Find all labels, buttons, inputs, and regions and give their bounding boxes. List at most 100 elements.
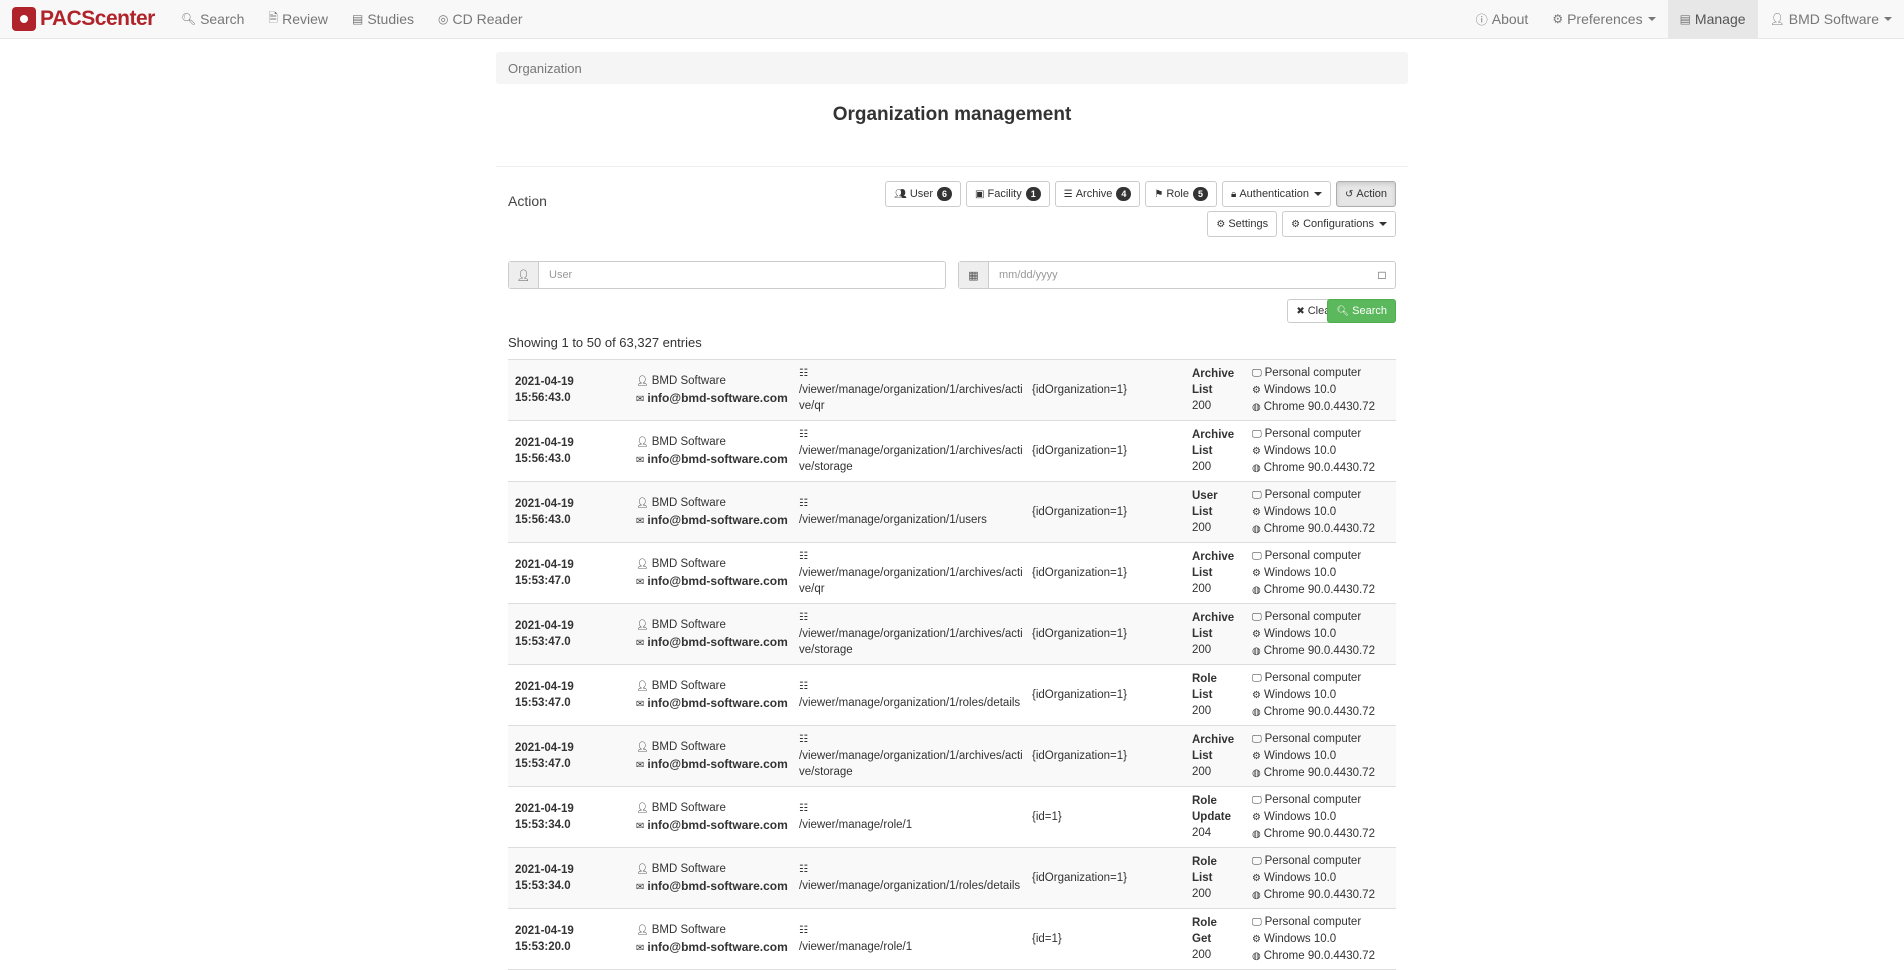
sitemap-icon: ☷: [799, 734, 808, 745]
log-os: Windows 10.0: [1263, 566, 1337, 579]
gears-icon: ⚙: [1252, 689, 1261, 701]
table-row[interactable]: 2021-04-19 15:56:43.0 👤︎ BMD Software ✉ in…: [508, 421, 1396, 482]
log-browser: Chrome 90.0.4430.72: [1263, 522, 1375, 535]
gears-icon: ⚙: [1252, 628, 1261, 640]
lock-icon: 🔒︎: [1230, 188, 1237, 200]
table-row[interactable]: 2021-04-19 15:53:47.0 👤︎ BMD Software ✉ in…: [508, 665, 1396, 726]
log-browser: Chrome 90.0.4430.72: [1263, 705, 1375, 718]
log-user: BMD Software: [651, 618, 726, 631]
action-button[interactable]: ↺ Action: [1336, 181, 1396, 207]
device-line: 🖵︎ Personal computer: [1252, 914, 1396, 931]
log-entity: Archive: [1192, 612, 1235, 624]
search-button[interactable]: 🔍︎ Search: [1327, 299, 1396, 323]
user-icon: 👤︎: [636, 497, 649, 509]
configurations-button[interactable]: ⚙ Configurations: [1282, 211, 1396, 237]
log-device: Personal computer: [1264, 366, 1362, 379]
desktop-icon: 🖵︎: [1252, 733, 1262, 745]
desktop-icon: 🖵︎: [1252, 794, 1262, 806]
brand-logo-icon: [12, 7, 36, 31]
gear-icon: ⚙: [1291, 218, 1301, 230]
os-line: ⚙ Windows 10.0: [1252, 626, 1396, 643]
globe-icon: ◍: [1252, 950, 1261, 962]
caret-down-icon: [1314, 192, 1323, 196]
facility-button[interactable]: ▣ Facility 1: [966, 181, 1050, 207]
user-cell: 👤︎ BMD Software ✉ info@bmd-software.com: [636, 482, 799, 542]
os-line: ⚙ Windows 10.0: [1252, 931, 1396, 948]
table-row[interactable]: 2021-04-19 15:53:34.0 👤︎ BMD Software ✉ in…: [508, 848, 1396, 909]
action-cell: Archive List 200: [1192, 421, 1252, 481]
log-email: info@bmd-software.com: [647, 512, 788, 527]
desktop-icon: 🖵︎: [1252, 550, 1262, 562]
settings-button[interactable]: ⚙ Settings: [1207, 211, 1278, 237]
log-url: /viewer/manage/organization/1/archives/a…: [799, 384, 1023, 412]
log-date: 2021-04-19: [515, 437, 574, 449]
gears-icon: ⚙: [1252, 872, 1261, 884]
log-params: {idOrganization=1}: [1032, 445, 1127, 457]
os-line: ⚙ Windows 10.0: [1252, 748, 1396, 765]
envelope-icon: ✉: [636, 393, 645, 405]
brand[interactable]: PACScenter: [12, 0, 155, 39]
info-icon: ⓘ: [1475, 12, 1488, 27]
archive-button[interactable]: ☰ Archive 4: [1054, 181, 1141, 207]
browser-line: ◍ Chrome 90.0.4430.72: [1252, 765, 1396, 782]
breadcrumb: Organization: [496, 52, 1408, 84]
desktop-icon: 🖵︎: [1252, 611, 1262, 623]
table-row[interactable]: 2021-04-19 15:53:20.0 👤︎ BMD Software ✉ in…: [508, 909, 1396, 970]
table-row[interactable]: 2021-04-19 15:56:43.0 👤︎ BMD Software ✉ in…: [508, 360, 1396, 421]
breadcrumb-item[interactable]: Organization: [508, 61, 582, 76]
user-icon: 👤︎: [636, 741, 649, 753]
search-icon: 🔍︎: [180, 12, 197, 26]
users-icon: 👥︎: [894, 188, 907, 200]
globe-icon: ◍: [1252, 706, 1261, 718]
nav-preferences[interactable]: ⚙ Preferences: [1540, 0, 1667, 39]
nav-review[interactable]: 🗎︎ Review: [256, 0, 340, 39]
nav-cd-reader[interactable]: ◎ CD Reader: [426, 0, 535, 39]
log-device: Personal computer: [1264, 610, 1362, 623]
authentication-button[interactable]: 🔒︎ Authentication: [1221, 181, 1332, 207]
log-user: BMD Software: [651, 374, 726, 387]
url-cell: ☷ /viewer/manage/organization/1/archives…: [799, 360, 1032, 420]
log-params: {idOrganization=1}: [1032, 872, 1127, 884]
log-status: 200: [1192, 400, 1212, 412]
nav-user-menu[interactable]: 👤︎ BMD Software: [1758, 0, 1904, 39]
nav-review-label: Review: [282, 11, 328, 27]
action-cell: Archive List 200: [1192, 360, 1252, 420]
user-button[interactable]: 👥︎ User 6: [885, 181, 962, 207]
log-status: 200: [1192, 644, 1212, 656]
globe-icon: ◍: [1252, 401, 1261, 413]
page-title: Organization management: [496, 84, 1408, 167]
device-line: 🖵︎ Personal computer: [1252, 731, 1396, 748]
nav-manage[interactable]: ▤ Manage: [1667, 0, 1758, 39]
calendar-picker-icon[interactable]: □: [1369, 262, 1395, 288]
device-line: 🖵︎ Personal computer: [1252, 853, 1396, 870]
desktop-icon: 🖵︎: [1252, 855, 1262, 867]
table-row[interactable]: 2021-04-19 15:56:43.0 👤︎ BMD Software ✉ in…: [508, 482, 1396, 543]
log-os: Windows 10.0: [1263, 810, 1337, 823]
nav-about[interactable]: ⓘ About: [1464, 0, 1541, 39]
log-os: Windows 10.0: [1263, 688, 1337, 701]
user-cell: 👤︎ BMD Software ✉ info@bmd-software.com: [636, 543, 799, 603]
table-row[interactable]: 2021-04-19 15:53:34.0 👤︎ BMD Software ✉ in…: [508, 787, 1396, 848]
role-button[interactable]: ⚑ Role 5: [1145, 181, 1217, 207]
envelope-icon: ✉: [636, 454, 645, 466]
nav-search[interactable]: 🔍︎ Search: [169, 0, 257, 39]
nav-studies[interactable]: ▤ Studies: [340, 0, 426, 39]
user-count-badge: 6: [937, 187, 953, 201]
os-line: ⚙ Windows 10.0: [1252, 687, 1396, 704]
sitemap-icon: ☷: [799, 551, 808, 562]
log-time: 15:56:43.0: [515, 453, 571, 465]
table-row[interactable]: 2021-04-19 15:53:47.0 👤︎ BMD Software ✉ in…: [508, 726, 1396, 787]
log-device: Personal computer: [1264, 793, 1362, 806]
log-email: info@bmd-software.com: [647, 695, 788, 710]
globe-icon: ◍: [1252, 828, 1261, 840]
table-row[interactable]: 2021-04-19 15:53:47.0 👤︎ BMD Software ✉ in…: [508, 543, 1396, 604]
email-line: ✉ info@bmd-software.com: [636, 573, 799, 591]
user-filter-input[interactable]: [539, 262, 945, 288]
date-cell: 2021-04-19 15:53:47.0: [508, 726, 636, 786]
os-line: ⚙ Windows 10.0: [1252, 504, 1396, 521]
table-row[interactable]: 2021-04-19 15:53:47.0 👤︎ BMD Software ✉ in…: [508, 604, 1396, 665]
log-entity: Role: [1192, 673, 1217, 685]
log-email: info@bmd-software.com: [647, 451, 788, 466]
user-icon: 👤︎: [636, 680, 649, 692]
date-filter-input[interactable]: [989, 262, 1369, 288]
